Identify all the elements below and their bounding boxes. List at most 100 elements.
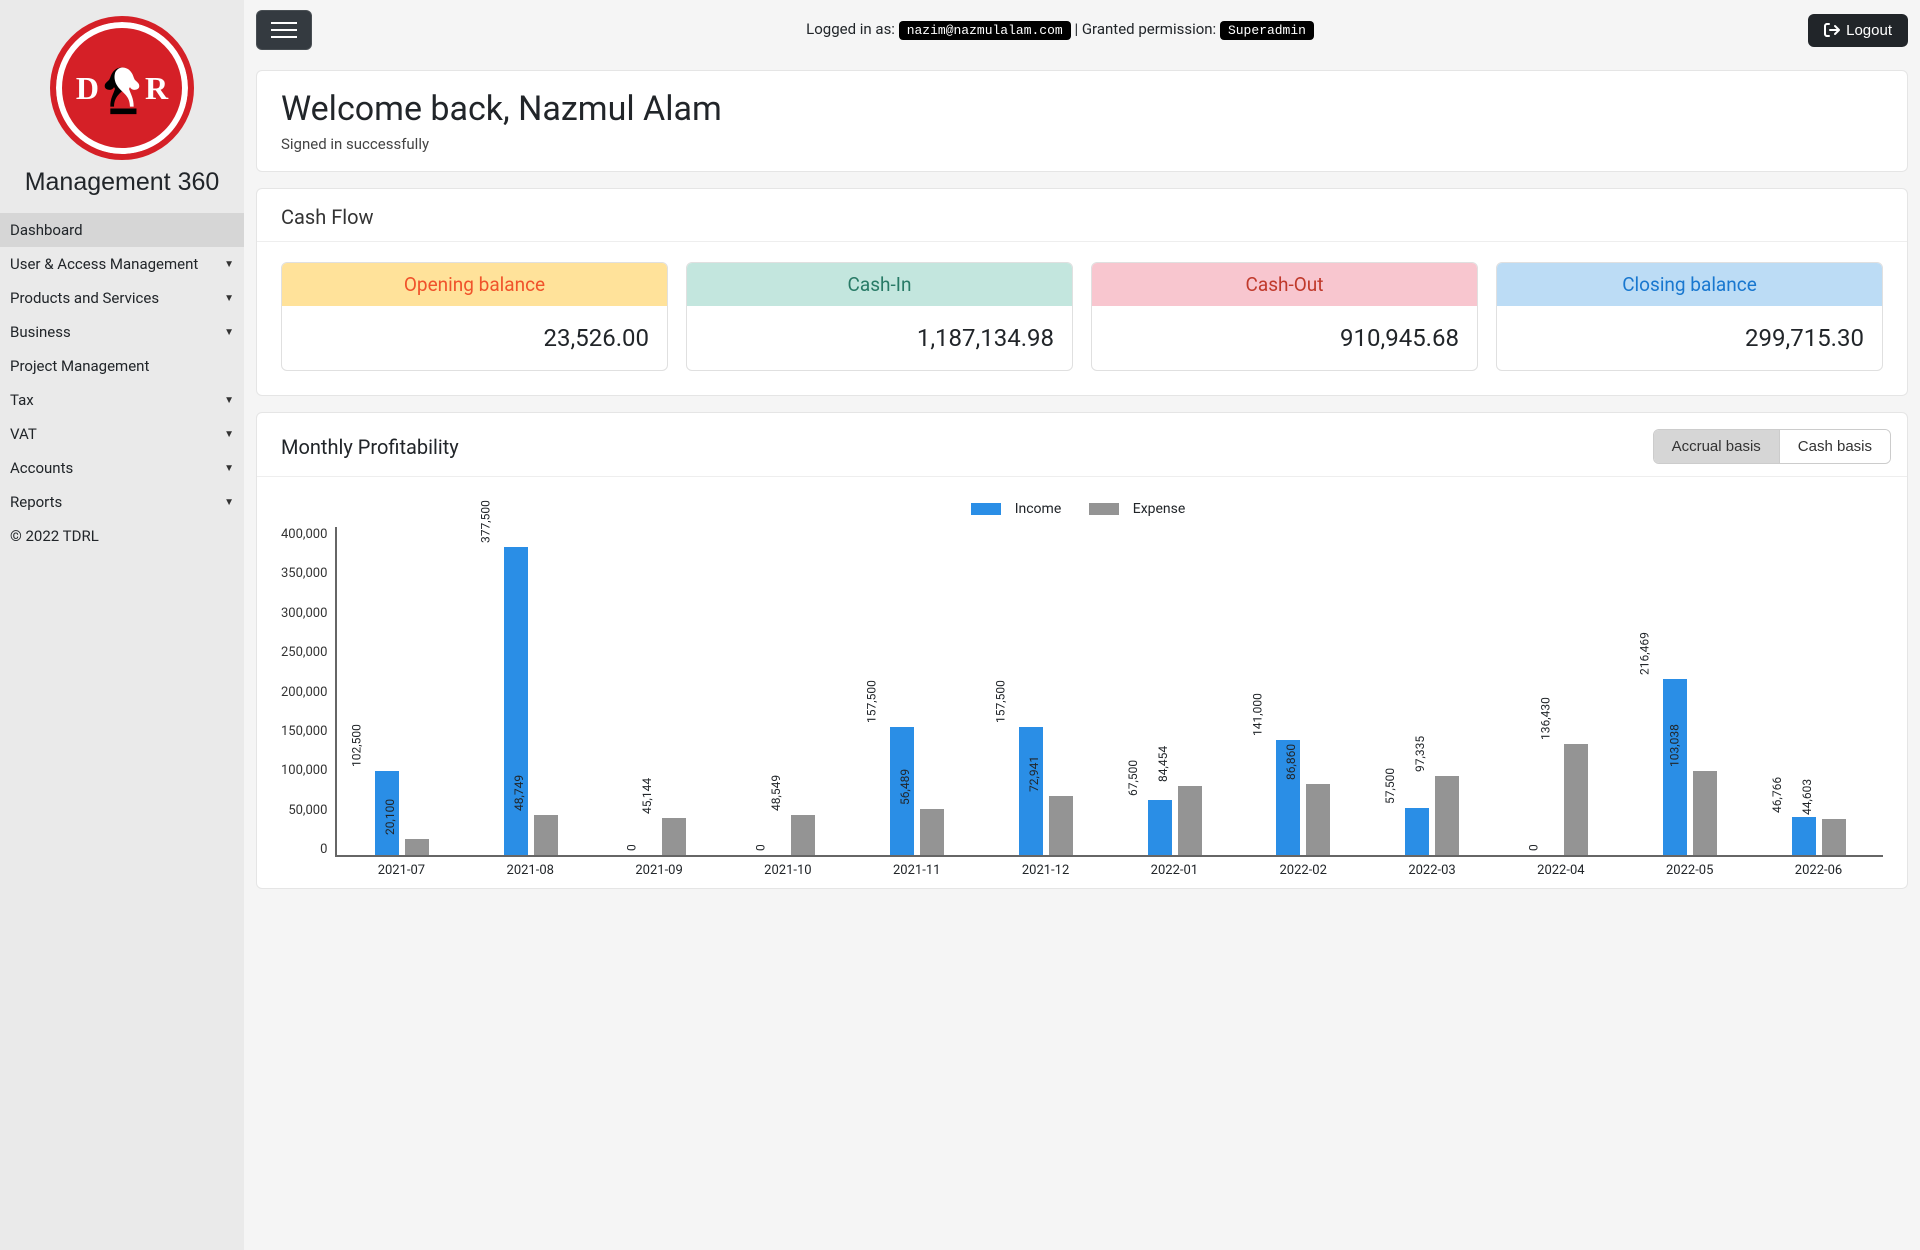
chart-month-2022-03: 57,500 97,335 — [1368, 527, 1497, 855]
x-tick: 2021-07 — [337, 857, 466, 878]
sidebar-item-label: Business — [10, 323, 71, 341]
caret-down-icon: ▼ — [224, 429, 234, 440]
caret-down-icon: ▼ — [224, 327, 234, 338]
profitability-card: Monthly Profitability Accrual basis Cash… — [256, 412, 1908, 889]
cashflow-label: Cash-Out — [1092, 263, 1477, 306]
bar-value-label: 97,335 — [1413, 736, 1427, 776]
chart-legend: Income Expense — [281, 501, 1883, 519]
y-tick: 0 — [320, 842, 327, 857]
sidebar-item-label: User & Access Management — [10, 255, 198, 273]
expense-bar: 20,100 — [405, 839, 429, 855]
sidebar-item-business[interactable]: Business ▼ — [0, 315, 244, 349]
legend-income-label: Income — [1015, 501, 1062, 517]
x-tick: 2021-09 — [595, 857, 724, 878]
main-area: Logged in as: nazim@nazmulalam.com | Gra… — [244, 0, 1920, 1250]
legend-swatch-expense — [1089, 503, 1119, 515]
bar-value-label: 216,469 — [1637, 632, 1651, 679]
bar-value-label: 46,766 — [1770, 777, 1784, 817]
cashflow-label: Opening balance — [282, 263, 667, 306]
bar-value-label: 57,500 — [1383, 768, 1397, 808]
caret-down-icon: ▼ — [224, 463, 234, 474]
user-email-badge: nazim@nazmulalam.com — [899, 21, 1071, 40]
y-tick: 100,000 — [281, 763, 327, 778]
sidebar-item-label: Accounts — [10, 459, 73, 477]
bar-value-label: 67,500 — [1126, 760, 1140, 800]
brand-logo: D R — [50, 16, 194, 160]
chart-month-2021-08: 377,50048,749 — [466, 527, 595, 855]
x-tick: 2021-11 — [852, 857, 981, 878]
bar-value-label: 157,500 — [993, 680, 1007, 727]
sidebar-item-dashboard[interactable]: Dashboard — [0, 213, 244, 247]
chart-month-2021-12: 157,500 72,941 — [981, 527, 1110, 855]
y-tick: 400,000 — [281, 527, 327, 542]
income-bar: 46,766 — [1792, 817, 1816, 855]
logout-button[interactable]: Logout — [1808, 14, 1908, 47]
expense-bar: 86,860 — [1306, 784, 1330, 855]
bar-value-label: 141,000 — [1251, 693, 1265, 740]
chart-month-2022-06: 46,76644,603 — [1754, 527, 1883, 855]
hamburger-button[interactable] — [256, 10, 312, 50]
chart-month-2021-10: 048,549 — [724, 527, 853, 855]
bar-value-label: 86,860 — [1284, 744, 1298, 784]
x-tick: 2021-08 — [466, 857, 595, 878]
sidebar-item-tax[interactable]: Tax▼ — [0, 383, 244, 417]
topbar-status: Logged in as: nazim@nazmulalam.com | Gra… — [324, 20, 1796, 40]
expense-bar: 45,144 — [662, 818, 686, 855]
basis-toggle: Accrual basis Cash basis — [1653, 429, 1891, 464]
bar-value-label: 48,749 — [512, 775, 526, 815]
welcome-subtitle: Signed in successfully — [281, 135, 1883, 153]
y-tick: 200,000 — [281, 685, 327, 700]
x-tick: 2022-06 — [1754, 857, 1883, 878]
expense-bar: 56,489 — [920, 809, 944, 855]
sidebar-nav: DashboardUser & Access Management▼Produc… — [0, 213, 244, 553]
sidebar-item-label: Dashboard — [10, 221, 83, 239]
bar-value-label: 103,038 — [1667, 724, 1681, 771]
chart-month-2022-02: 141,000 86,860 — [1239, 527, 1368, 855]
sidebar-item-label: Products and Services — [10, 289, 159, 307]
cashflow-value: 1,187,134.98 — [687, 306, 1072, 370]
profitability-title: Monthly Profitability — [281, 435, 459, 459]
sidebar-item-label: Project Management — [10, 357, 149, 375]
income-bar: 67,500 — [1148, 800, 1172, 855]
bar-value-label: 20,100 — [383, 799, 397, 839]
chart-month-2021-11: 157,50056,489 — [853, 527, 982, 855]
tab-cash-basis[interactable]: Cash basis — [1779, 430, 1890, 463]
x-tick: 2022-03 — [1368, 857, 1497, 878]
y-tick: 300,000 — [281, 606, 327, 621]
x-tick: 2021-12 — [981, 857, 1110, 878]
legend-expense-label: Expense — [1133, 501, 1186, 517]
x-tick: 2022-05 — [1625, 857, 1754, 878]
expense-bar: 44,603 — [1822, 819, 1846, 855]
sidebar-item-accounts[interactable]: Accounts ▼ — [0, 451, 244, 485]
logged-in-label: Logged in as: — [806, 20, 895, 38]
sidebar-item-label: VAT — [10, 425, 37, 443]
sidebar-item-project-management[interactable]: Project Management — [0, 349, 244, 383]
bar-value-label: 0 — [625, 844, 639, 855]
sidebar-item-label: Tax — [10, 391, 34, 409]
expense-bar: 72,941 — [1049, 796, 1073, 855]
y-tick: 350,000 — [281, 566, 327, 581]
sidebar-item-user-access-management[interactable]: User & Access Management▼ — [0, 247, 244, 281]
x-tick: 2022-01 — [1110, 857, 1239, 878]
bar-value-label: 45,144 — [640, 778, 654, 818]
tab-accrual-basis[interactable]: Accrual basis — [1654, 430, 1779, 463]
sidebar: D R Management 360 Dashboard User & Acces… — [0, 0, 244, 1250]
y-tick: 150,000 — [281, 724, 327, 739]
permission-badge: Superadmin — [1220, 21, 1314, 40]
bar-value-label: 136,430 — [1539, 697, 1553, 744]
cashflow-value: 910,945.68 — [1092, 306, 1477, 370]
sidebar-item-label: Reports — [10, 493, 62, 511]
sidebar-item-reports[interactable]: Reports▼ — [0, 485, 244, 519]
chart-month-2022-05: 216,469 103,038 — [1625, 527, 1754, 855]
expense-bar: 103,038 — [1693, 771, 1717, 855]
chart-month-2022-04: 0136,430 — [1497, 527, 1626, 855]
chart-month-2022-01: 67,50084,454 — [1110, 527, 1239, 855]
x-tick: 2022-02 — [1239, 857, 1368, 878]
y-tick: 250,000 — [281, 645, 327, 660]
cashflow-card-closing-balance: Closing balance299,715.30 — [1496, 262, 1883, 371]
brand-block: D R Management 360 — [0, 0, 244, 213]
sidebar-item-vat[interactable]: VAT ▼ — [0, 417, 244, 451]
sidebar-item-products-and-services[interactable]: Products and Services▼ — [0, 281, 244, 315]
cashflow-card: Cash Flow Opening balance23,526.00Cash-I… — [256, 188, 1908, 396]
income-bar: 57,500 — [1405, 808, 1429, 855]
